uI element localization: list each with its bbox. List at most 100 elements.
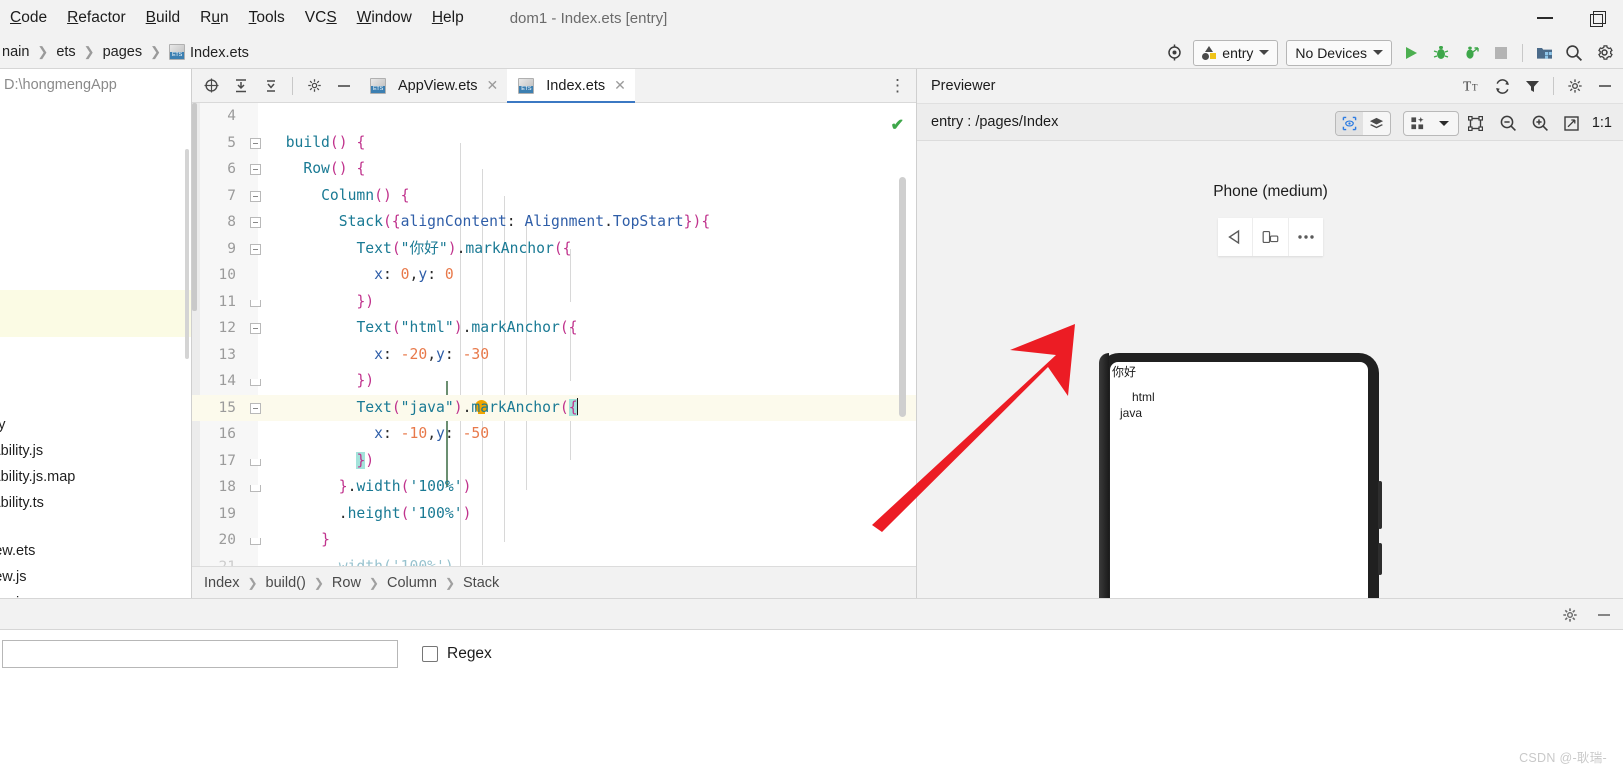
attach-debugger-icon[interactable] [1456, 39, 1486, 67]
code-line[interactable]: 20 } [192, 527, 916, 554]
code-line[interactable]: 8 Stack({alignContent: Alignment.TopStar… [192, 209, 916, 236]
restore-button[interactable] [1571, 0, 1623, 36]
settings-icon[interactable] [1589, 39, 1619, 67]
close-icon[interactable]: ✕ [487, 77, 499, 94]
bc-item-index[interactable]: Index [204, 575, 239, 591]
zoom-out-icon[interactable] [1493, 109, 1523, 137]
code-line[interactable]: 14 }) [192, 368, 916, 395]
tab-index-ets[interactable]: Index.ets ✕ [507, 68, 635, 104]
debug-button[interactable] [1426, 39, 1456, 67]
menu-refactor[interactable]: Refactor [57, 0, 136, 36]
run-button[interactable] [1396, 39, 1426, 67]
project-tree-pane[interactable]: D:\hongmengApp ity Ability.js Ability.js… [0, 69, 192, 598]
previewer-canvas[interactable]: Phone (medium) 你好 html java [917, 141, 1623, 598]
settings-icon[interactable] [1560, 72, 1590, 100]
code-line[interactable]: 21 .width('100%') [192, 554, 916, 567]
fold-toggle-icon[interactable] [250, 538, 261, 545]
list-item[interactable]: Ability.ts [0, 490, 191, 516]
inspector-icon[interactable] [1335, 111, 1363, 135]
fit-screen-icon[interactable] [1557, 109, 1587, 137]
fold-toggle-icon[interactable] [250, 299, 261, 307]
regex-option[interactable]: Regex [422, 645, 492, 663]
bc-item-row[interactable]: Row [332, 575, 361, 591]
fold-toggle-icon[interactable] [250, 137, 261, 149]
breadcrumb-item-ets[interactable]: ets [54, 44, 77, 60]
code-line[interactable]: 9 Text("你好").markAnchor({ [192, 236, 916, 263]
refresh-icon[interactable] [1487, 72, 1517, 100]
editor-scrollbar[interactable] [899, 177, 906, 417]
menu-vcs[interactable]: VCS [295, 0, 347, 36]
minimize-button[interactable] [1519, 0, 1571, 36]
fold-toggle-icon[interactable] [250, 323, 261, 334]
fold-toggle-icon[interactable] [250, 485, 261, 492]
bounds-icon[interactable] [1461, 109, 1491, 137]
fold-toggle-icon[interactable] [250, 217, 261, 228]
fold-toggle-icon[interactable] [250, 379, 261, 386]
zoom-in-icon[interactable] [1525, 109, 1555, 137]
rotate-icon[interactable] [1253, 218, 1289, 256]
code-line[interactable]: 17 }) [192, 448, 916, 475]
fold-toggle-icon[interactable] [250, 402, 261, 414]
locate-icon[interactable] [196, 72, 226, 100]
expand-all-icon[interactable] [256, 72, 286, 100]
code-line[interactable]: 12 Text("html").markAnchor({ [192, 315, 916, 342]
stop-button[interactable] [1486, 39, 1516, 67]
font-size-icon[interactable]: T T [1457, 72, 1487, 100]
filter-icon[interactable] [1517, 72, 1547, 100]
bc-item-column[interactable]: Column [387, 575, 437, 591]
layers-icon[interactable] [1363, 112, 1390, 135]
more-icon[interactable] [1289, 218, 1323, 256]
code-line[interactable]: 13 x: -20,y: -30 [192, 342, 916, 369]
list-item[interactable]: iew.ets [0, 538, 191, 564]
code-line[interactable]: 16 x: -10,y: -50 [192, 421, 916, 448]
search-input[interactable] [2, 640, 398, 668]
tree-highlight-row[interactable] [0, 290, 191, 337]
fold-toggle-icon[interactable] [250, 190, 261, 202]
hide-panel-icon[interactable] [1589, 601, 1619, 629]
regex-checkbox[interactable] [422, 646, 438, 662]
code-line[interactable]: 4 [192, 103, 916, 130]
code-line[interactable]: 6 Row() { [192, 156, 916, 183]
collapse-all-icon[interactable] [226, 72, 256, 100]
menu-window[interactable]: Window [347, 0, 422, 36]
project-tree-scrollbar[interactable] [185, 149, 189, 359]
code-line[interactable]: 10 x: 0,y: 0 [192, 262, 916, 289]
hide-panel-icon[interactable] [1590, 72, 1620, 100]
back-icon[interactable] [1218, 218, 1254, 256]
run-configuration-selector[interactable]: entry [1193, 39, 1279, 66]
device-screen[interactable]: 你好 html java [1110, 362, 1368, 598]
fold-toggle-icon[interactable] [250, 458, 261, 466]
list-item[interactable]: iew.js.map [0, 590, 191, 598]
breadcrumb-item-file[interactable]: Index.ets [167, 43, 251, 61]
device-selector[interactable]: No Devices [1286, 39, 1392, 66]
close-icon[interactable]: ✕ [614, 77, 626, 94]
code-line[interactable]: 19 .height('100%') [192, 501, 916, 528]
components-dropdown[interactable] [1402, 110, 1459, 136]
menu-build[interactable]: Build [136, 0, 190, 36]
target-icon[interactable] [1159, 39, 1189, 67]
more-options-icon[interactable]: ⋮ [889, 69, 906, 103]
code-line[interactable]: 11 }) [192, 289, 916, 316]
code-line[interactable]: 18 }.width('100%') [192, 474, 916, 501]
settings-icon[interactable] [1555, 601, 1585, 629]
code-line[interactable]: 5 build() { [192, 130, 916, 157]
list-item[interactable]: Ability.js [0, 438, 191, 464]
menu-run[interactable]: Run [190, 0, 238, 36]
chevron-down-icon[interactable] [1431, 112, 1458, 135]
list-item[interactable]: iew.js [0, 564, 191, 590]
code-editor[interactable]: 45 build() {6 Row() {7 Column() {8 Stack… [192, 103, 916, 566]
tab-appview-ets[interactable]: AppView.ets ✕ [359, 69, 507, 103]
breadcrumb-item-main[interactable]: nain [0, 44, 31, 60]
project-structure-icon[interactable] [1529, 39, 1559, 67]
menu-tools[interactable]: Tools [239, 0, 295, 36]
bc-item-stack[interactable]: Stack [463, 575, 499, 591]
list-item[interactable]: Ability.js.map [0, 464, 191, 490]
bc-item-build[interactable]: build() [266, 575, 306, 591]
menu-code[interactable]: Code [0, 0, 57, 36]
code-line[interactable]: 7 Column() { [192, 183, 916, 210]
breadcrumb-item-pages[interactable]: pages [101, 44, 145, 60]
fold-toggle-icon[interactable] [250, 164, 261, 175]
settings-icon[interactable] [299, 72, 329, 100]
hide-panel-icon[interactable] [329, 72, 359, 100]
search-icon[interactable] [1559, 39, 1589, 67]
